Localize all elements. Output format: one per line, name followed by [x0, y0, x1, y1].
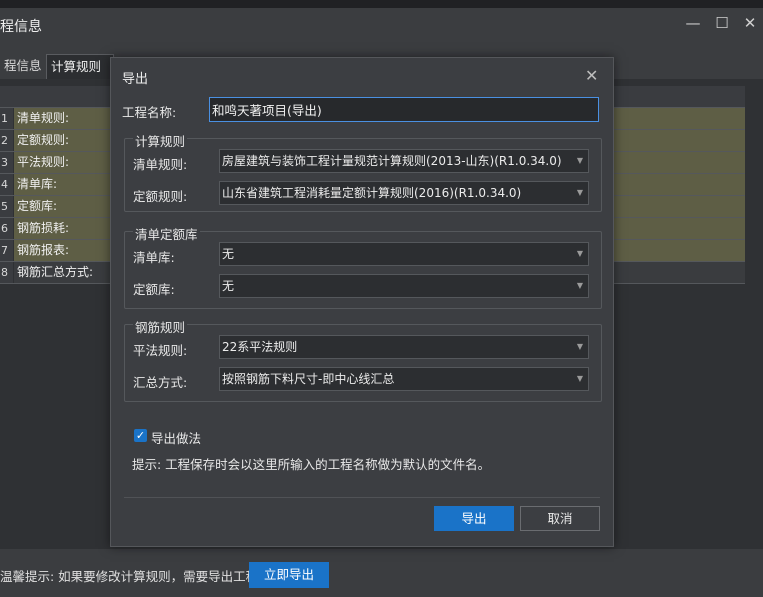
tab-project-info[interactable]: 程信息 — [0, 54, 48, 78]
dialog-title: 导出 — [122, 72, 149, 87]
row-number: 1 — [0, 108, 13, 129]
maximize-icon[interactable]: ☐ — [712, 14, 732, 32]
calc-rules-group: 计算规则 清单规则: 房屋建筑与装饰工程计量规范计算规则(2013-山东)(R1… — [124, 131, 602, 212]
row-number: 5 — [0, 196, 13, 217]
row-number: 4 — [0, 174, 13, 195]
quota-lib-select[interactable]: 无 ▼ — [219, 274, 589, 298]
library-group: 清单定额库 清单库: 无 ▼ 定额库: 无 ▼ — [124, 224, 602, 309]
list-lib-value: 无 — [222, 247, 235, 261]
summary-value: 按照钢筋下料尺寸-即中心线汇总 — [222, 372, 395, 386]
minimize-icon[interactable]: — — [683, 14, 703, 32]
chevron-down-icon: ▼ — [576, 281, 583, 290]
group-title: 计算规则 — [133, 131, 188, 150]
list-rule-label: 清单规则: — [133, 157, 188, 172]
export-method-label[interactable]: 导出做法 — [151, 428, 201, 447]
row-number: 2 — [0, 130, 13, 151]
top-strip — [0, 0, 763, 8]
summary-select[interactable]: 按照钢筋下料尺寸-即中心线汇总 ▼ — [219, 367, 589, 391]
row-number: 7 — [0, 240, 13, 261]
row-number: 3 — [0, 152, 13, 173]
dialog-close-icon[interactable]: ✕ — [585, 66, 598, 85]
flat-rule-label: 平法规则: — [133, 343, 188, 358]
quota-rule-value: 山东省建筑工程消耗量定额计算规则(2016)(R1.0.34.0) — [222, 186, 522, 200]
row-number: 6 — [0, 218, 13, 239]
list-lib-select[interactable]: 无 ▼ — [219, 242, 589, 266]
flat-rule-select[interactable]: 22系平法规则 ▼ — [219, 335, 589, 359]
tip-text: 提示: 工程保存时会以这里所输入的工程名称做为默认的文件名。 — [132, 457, 491, 472]
list-rule-select[interactable]: 房屋建筑与装饰工程计量规范计算规则(2013-山东)(R1.0.34.0) ▼ — [219, 149, 589, 173]
summary-label: 汇总方式: — [133, 375, 188, 390]
bottom-hint-text: 温馨提示: 如果要修改计算规则，需要导出工程 — [0, 569, 259, 584]
group-title: 清单定额库 — [133, 224, 200, 243]
chevron-down-icon: ▼ — [576, 188, 583, 197]
quota-lib-value: 无 — [222, 279, 235, 293]
close-icon[interactable]: ✕ — [740, 14, 760, 32]
group-title: 钢筋规则 — [133, 317, 188, 336]
rebar-rules-group: 钢筋规则 平法规则: 22系平法规则 ▼ 汇总方式: 按照钢筋下料尺寸-即中心线… — [124, 317, 602, 402]
divider — [124, 497, 600, 498]
flat-rule-value: 22系平法规则 — [222, 340, 298, 354]
window-titlebar — [0, 8, 763, 42]
quota-rule-label: 定额规则: — [133, 189, 188, 204]
chevron-down-icon: ▼ — [576, 342, 583, 351]
list-lib-label: 清单库: — [133, 250, 175, 265]
list-rule-value: 房屋建筑与装饰工程计量规范计算规则(2013-山东)(R1.0.34.0) — [222, 154, 562, 168]
project-name-label: 工程名称: — [122, 105, 177, 120]
window-title: 程信息 — [0, 19, 42, 35]
quota-lib-label: 定额库: — [133, 282, 175, 297]
cancel-button[interactable]: 取消 — [520, 506, 600, 531]
export-button[interactable]: 导出 — [434, 506, 514, 531]
chevron-down-icon: ▼ — [576, 156, 583, 165]
chevron-down-icon: ▼ — [576, 249, 583, 258]
project-name-input[interactable]: 和鸣天著项目(导出) — [209, 97, 599, 122]
row-number: 8 — [0, 262, 13, 283]
tab-calc-rules[interactable]: 计算规则 — [46, 54, 114, 79]
chevron-down-icon: ▼ — [576, 374, 583, 383]
export-now-button[interactable]: 立即导出 — [249, 562, 329, 588]
export-dialog: 导出 ✕ 工程名称: 和鸣天著项目(导出) 计算规则 清单规则: 房屋建筑与装饰… — [110, 57, 614, 547]
quota-rule-select[interactable]: 山东省建筑工程消耗量定额计算规则(2016)(R1.0.34.0) ▼ — [219, 181, 589, 205]
export-method-checkbox[interactable]: ✓ — [134, 429, 147, 442]
